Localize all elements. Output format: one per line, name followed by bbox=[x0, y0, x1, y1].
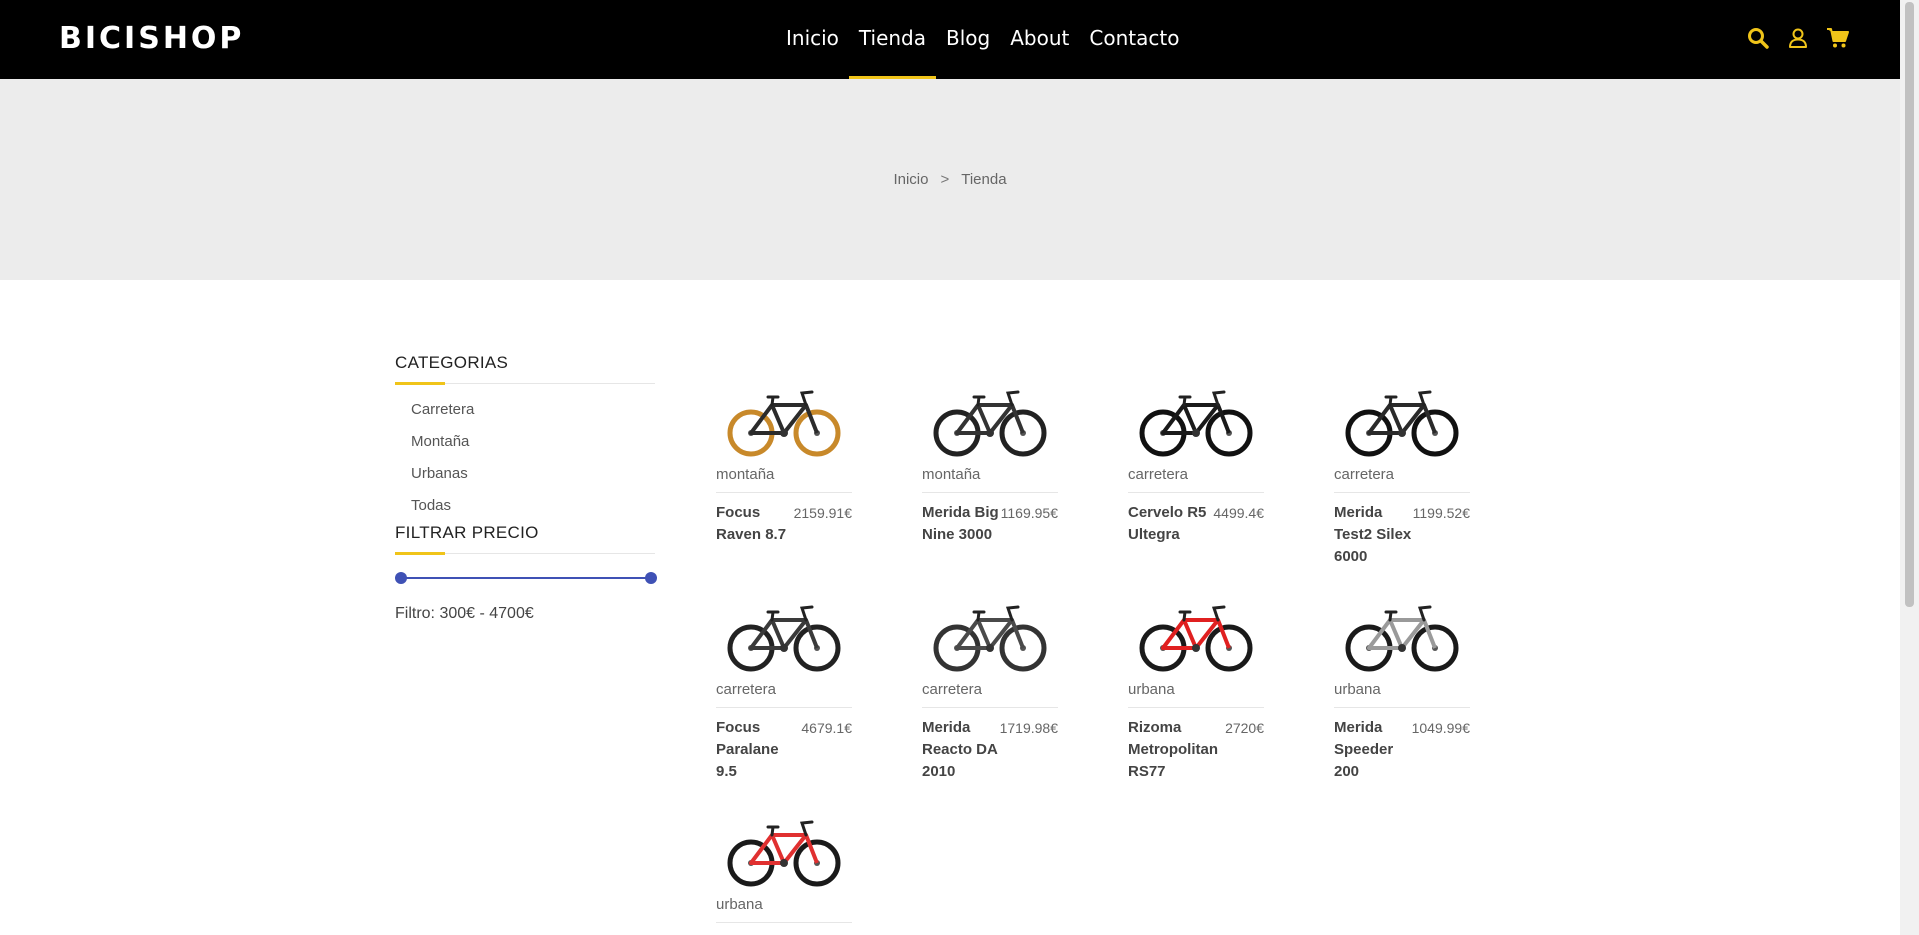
product-category: carretera bbox=[1334, 466, 1395, 483]
product-info: Focus Raven 8.7 2159.91€ bbox=[716, 502, 852, 546]
product-category: carretera bbox=[1128, 466, 1189, 483]
product-divider bbox=[1334, 707, 1470, 708]
breadcrumb-current: Tienda bbox=[961, 171, 1007, 188]
product-divider bbox=[922, 707, 1058, 708]
product-name[interactable]: Rizoma Metropolitan RS77 bbox=[1128, 717, 1218, 783]
product-card[interactable]: urbana Rizoma Metropolitan RS77 2720€ bbox=[1128, 590, 1264, 783]
nav-item-about[interactable]: About bbox=[1010, 24, 1069, 79]
price-filter-title: FILTRAR PRECIO bbox=[395, 523, 539, 542]
breadcrumb: Inicio > Tienda bbox=[0, 171, 1900, 188]
product-info: Merida Test2 Silex 6000 1199.52€ bbox=[1334, 502, 1470, 568]
product-price: 2159.91€ bbox=[793, 505, 852, 521]
product-image[interactable] bbox=[1334, 375, 1470, 465]
product-info: Rizoma Metropolitan RS77 2720€ bbox=[1128, 717, 1264, 783]
price-range-slider[interactable] bbox=[395, 572, 657, 584]
product-category: montaña bbox=[922, 466, 981, 483]
product-info: Cervelo R5 Ultegra 4499.4€ bbox=[1128, 502, 1264, 546]
product-card[interactable]: carretera Merida Reacto DA 2010 1719.98€ bbox=[922, 590, 1058, 783]
product-price: 4499.4€ bbox=[1213, 505, 1264, 521]
product-image[interactable] bbox=[922, 590, 1058, 680]
product-image[interactable] bbox=[1128, 590, 1264, 680]
product-category: carretera bbox=[922, 681, 983, 698]
product-divider bbox=[1334, 492, 1470, 493]
product-image[interactable] bbox=[1334, 590, 1470, 680]
page-hero: Inicio > Tienda bbox=[0, 79, 1900, 280]
product-image[interactable] bbox=[1128, 375, 1264, 465]
top-navbar: BICISHOP Inicio Tienda Blog About Contac… bbox=[0, 0, 1900, 79]
page-scrollbar[interactable] bbox=[1900, 0, 1919, 935]
product-name[interactable]: Focus Raven 8.7 bbox=[716, 502, 794, 546]
product-divider bbox=[1128, 492, 1264, 493]
categories-title: CATEGORIAS bbox=[395, 353, 509, 372]
product-image[interactable] bbox=[716, 375, 852, 465]
product-name[interactable]: Merida Test2 Silex 6000 bbox=[1334, 502, 1413, 568]
nav-item-inicio[interactable]: Inicio bbox=[786, 24, 839, 79]
product-divider bbox=[1128, 707, 1264, 708]
product-card[interactable]: urbana Merida Speeder 200 1049.99€ bbox=[1334, 590, 1470, 783]
product-divider bbox=[716, 707, 852, 708]
product-name[interactable]: Merida Reacto DA 2010 bbox=[922, 717, 1000, 783]
category-list: Carretera Montaña Urbanas Todas bbox=[395, 400, 655, 528]
product-card[interactable]: montaña Merida Big Nine 3000 1169.95€ bbox=[922, 375, 1058, 546]
product-info: Focus Paralane 9.5 4679.1€ bbox=[716, 717, 852, 783]
category-montana[interactable]: Montaña bbox=[395, 432, 655, 464]
breadcrumb-separator: > bbox=[940, 171, 950, 188]
product-divider bbox=[922, 492, 1058, 493]
product-image[interactable] bbox=[716, 590, 852, 680]
product-category: montaña bbox=[716, 466, 775, 483]
product-category: carretera bbox=[716, 681, 777, 698]
product-price: 1199.52€ bbox=[1412, 505, 1470, 521]
product-price: 2720€ bbox=[1225, 720, 1264, 736]
category-carretera[interactable]: Carretera bbox=[395, 400, 655, 432]
nav-item-contacto[interactable]: Contacto bbox=[1089, 24, 1179, 79]
slider-handle-max[interactable] bbox=[645, 572, 657, 584]
product-card[interactable]: carretera Cervelo R5 Ultegra 4499.4€ bbox=[1128, 375, 1264, 546]
product-price: 1719.98€ bbox=[999, 720, 1058, 736]
category-urbanas[interactable]: Urbanas bbox=[395, 464, 655, 496]
product-name[interactable]: Focus Paralane 9.5 bbox=[716, 717, 796, 783]
search-icon[interactable] bbox=[1746, 26, 1770, 50]
product-card[interactable]: carretera Focus Paralane 9.5 4679.1€ bbox=[716, 590, 852, 783]
product-info: Merida Big Nine 3000 1169.95€ bbox=[922, 502, 1058, 546]
product-divider bbox=[716, 492, 852, 493]
user-icon[interactable] bbox=[1786, 26, 1810, 50]
cart-icon[interactable] bbox=[1826, 26, 1850, 50]
breadcrumb-home[interactable]: Inicio bbox=[893, 171, 928, 188]
categories-title-underline bbox=[395, 382, 655, 385]
product-category: urbana bbox=[716, 896, 763, 913]
product-category: urbana bbox=[1128, 681, 1175, 698]
product-price: 4679.1€ bbox=[801, 720, 852, 736]
product-category: urbana bbox=[1334, 681, 1381, 698]
product-card[interactable]: urbana bbox=[716, 805, 852, 923]
header-icons bbox=[1746, 26, 1850, 50]
nav-item-tienda[interactable]: Tienda bbox=[848, 24, 937, 79]
product-info: Merida Reacto DA 2010 1719.98€ bbox=[922, 717, 1058, 783]
product-image[interactable] bbox=[716, 805, 852, 895]
product-name[interactable]: Merida Speeder 200 bbox=[1334, 717, 1412, 783]
product-name[interactable]: Cervelo R5 Ultegra bbox=[1128, 502, 1208, 546]
price-filter-readout: Filtro: 300€ - 4700€ bbox=[395, 605, 534, 622]
shop-sidebar: CATEGORIAS Carretera Montaña Urbanas Tod… bbox=[395, 353, 657, 623]
slider-handle-min[interactable] bbox=[395, 572, 407, 584]
product-name[interactable]: Merida Big Nine 3000 bbox=[922, 502, 1001, 546]
site-logo[interactable]: BICISHOP bbox=[59, 22, 244, 56]
product-card[interactable]: carretera Merida Test2 Silex 6000 1199.52€ bbox=[1334, 375, 1470, 568]
slider-track bbox=[400, 577, 652, 579]
product-image[interactable] bbox=[922, 375, 1058, 465]
product-info: Merida Speeder 200 1049.99€ bbox=[1334, 717, 1470, 783]
product-card[interactable]: montaña Focus Raven 8.7 2159.91€ bbox=[716, 375, 852, 546]
price-title-underline bbox=[395, 552, 655, 555]
product-price: 1169.95€ bbox=[1000, 505, 1058, 521]
scrollbar-thumb[interactable] bbox=[1905, 2, 1914, 607]
nav-item-blog[interactable]: Blog bbox=[946, 24, 990, 79]
product-divider bbox=[716, 922, 852, 923]
product-price: 1049.99€ bbox=[1411, 720, 1470, 736]
main-nav: Inicio Tienda Blog About Contacto bbox=[786, 24, 1179, 79]
